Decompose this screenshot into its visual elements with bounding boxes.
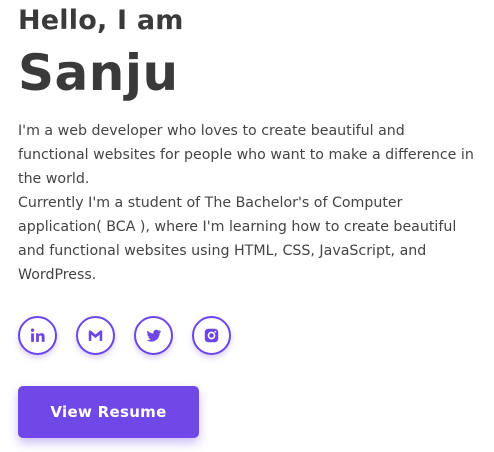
- greeting-heading: Hello, I am: [18, 5, 184, 36]
- view-resume-button[interactable]: View Resume: [18, 386, 199, 438]
- bio-paragraph: Currently I'm a student of The Bachelor'…: [18, 195, 457, 283]
- bio-paragraph: I'm a web developer who loves to create …: [18, 123, 474, 187]
- gmail-icon: [88, 330, 103, 341]
- social-links: [18, 316, 231, 355]
- hero-section: Hello, I am Sanju I'm a web developer wh…: [18, 0, 488, 287]
- name-heading: Sanju: [18, 44, 179, 102]
- instagram-link[interactable]: [192, 316, 231, 355]
- bio-text: I'm a web developer who loves to create …: [18, 119, 478, 287]
- instagram-icon: [204, 328, 219, 343]
- twitter-icon: [146, 329, 162, 342]
- gmail-link[interactable]: [76, 316, 115, 355]
- linkedin-icon: [30, 328, 45, 342]
- twitter-link[interactable]: [134, 316, 173, 355]
- linkedin-link[interactable]: [18, 316, 57, 355]
